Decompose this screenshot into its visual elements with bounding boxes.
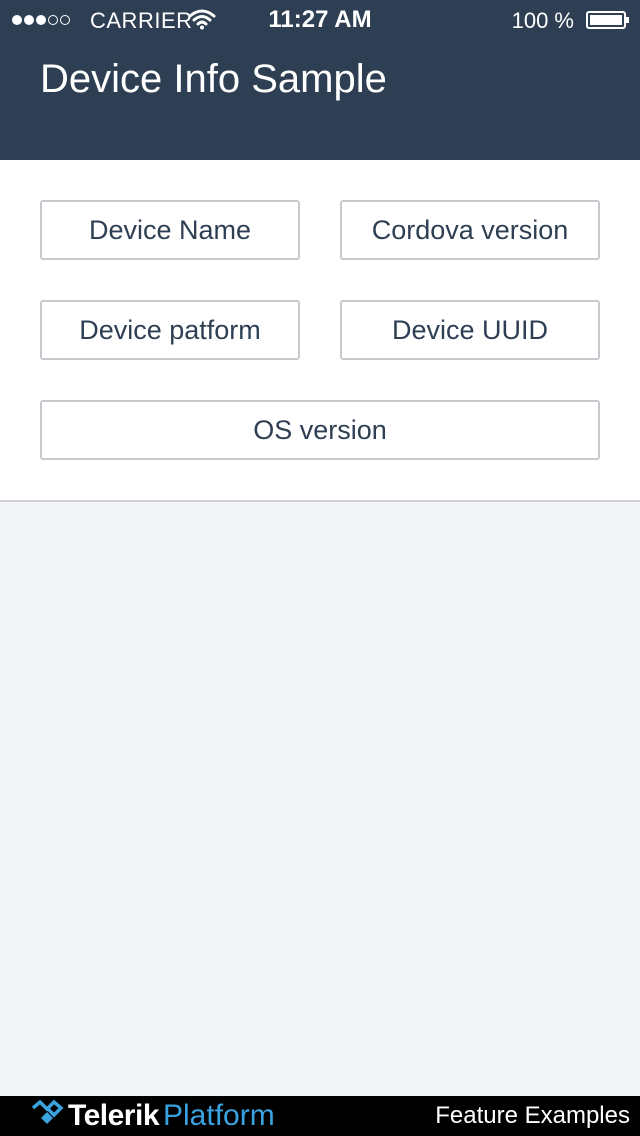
header: CARRIER 11:27 AM 100 % Device Info Sampl…	[0, 0, 640, 160]
telerik-platform-logo[interactable]: Telerik Platform	[30, 1098, 275, 1134]
device-uuid-button[interactable]: Device UUID	[340, 300, 600, 360]
cordova-version-button[interactable]: Cordova version	[340, 200, 600, 260]
feature-examples-link[interactable]: Feature Examples	[435, 1102, 630, 1130]
footer-bar: Telerik Platform Feature Examples	[0, 1096, 640, 1136]
os-version-button[interactable]: OS version	[40, 400, 600, 460]
logo-platform-text: Platform	[163, 1099, 275, 1132]
device-platform-button[interactable]: Device patform	[40, 300, 300, 360]
battery-percentage: 100 %	[511, 8, 574, 33]
device-name-button[interactable]: Device Name	[40, 200, 300, 260]
status-bar: CARRIER 11:27 AM 100 %	[0, 0, 640, 40]
page-title: Device Info Sample	[40, 57, 387, 101]
battery-icon	[586, 11, 629, 29]
logo-telerik-text: Telerik	[68, 1099, 160, 1132]
app-screen: CARRIER 11:27 AM 100 % Device Info Sampl…	[0, 0, 640, 1136]
button-panel: Device Name Cordova version Device patfo…	[0, 160, 640, 502]
telerik-logo-icon	[31, 1099, 64, 1124]
